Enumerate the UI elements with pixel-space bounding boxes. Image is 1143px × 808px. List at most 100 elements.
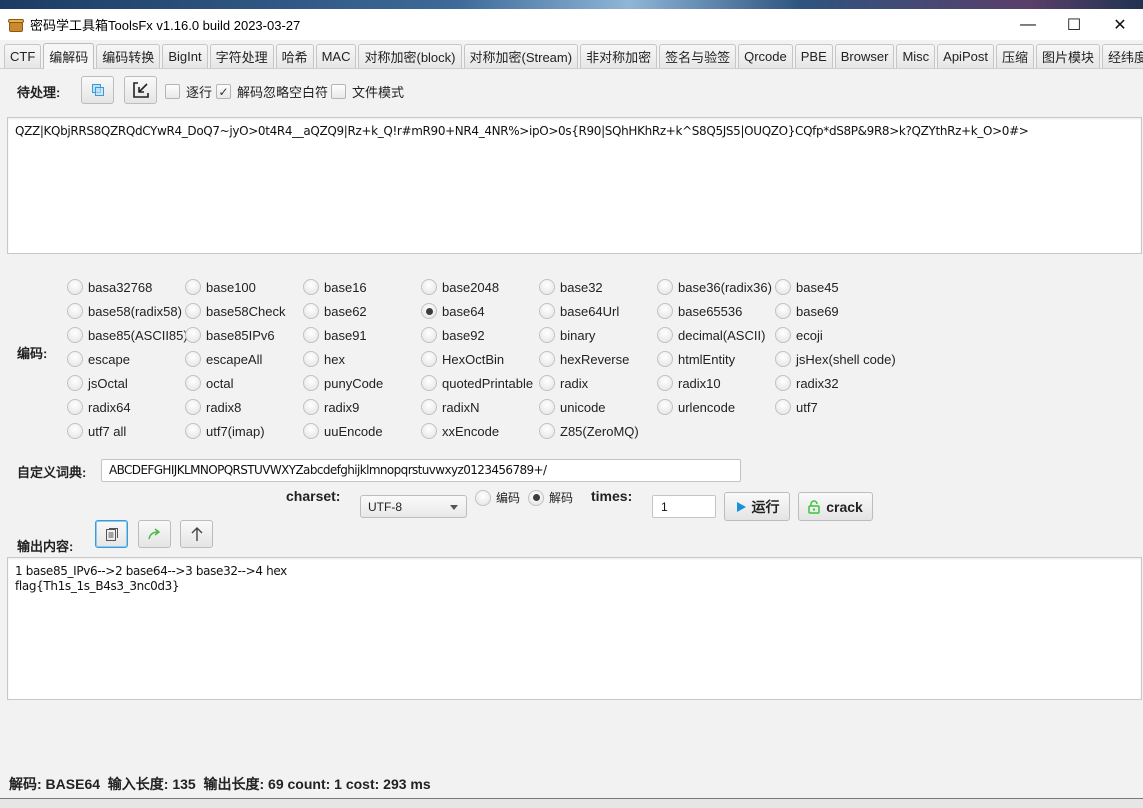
radio-indicator — [657, 351, 673, 367]
tab-13[interactable]: Browser — [834, 44, 895, 68]
encoding-radio[interactable]: uuEncode — [303, 423, 383, 439]
encoding-radio[interactable]: octal — [185, 375, 233, 391]
encoding-radio[interactable]: HexOctBin — [421, 351, 504, 367]
encoding-radio[interactable]: hex — [303, 351, 345, 367]
tab-16[interactable]: 压缩 — [995, 44, 1034, 68]
encoding-radio[interactable]: escapeAll — [185, 351, 262, 367]
tab-14[interactable]: Misc — [896, 44, 936, 68]
tab-0[interactable]: CTF — [4, 44, 42, 68]
encoding-radio[interactable]: base69 — [775, 303, 839, 319]
encoding-radio[interactable]: base62 — [303, 303, 367, 319]
encoding-radio[interactable]: unicode — [539, 399, 606, 415]
tab-4[interactable]: 字符处理 — [209, 44, 274, 68]
encoding-label: 编码: — [17, 346, 48, 361]
tab-15[interactable]: ApiPost — [937, 44, 994, 68]
encoding-radio[interactable]: base58Check — [185, 303, 286, 319]
encoding-radio[interactable]: radix — [539, 375, 588, 391]
encoding-radio[interactable]: punyCode — [303, 375, 383, 391]
radio-indicator — [421, 375, 437, 391]
encoding-radio[interactable]: radix32 — [775, 375, 839, 391]
encoding-radio[interactable]: quotedPrintable — [421, 375, 533, 391]
encoding-radio[interactable]: htmlEntity — [657, 351, 735, 367]
encoding-radio[interactable]: base64Url — [539, 303, 619, 319]
crack-button[interactable]: crack — [798, 492, 873, 521]
status-bar: 解码: BASE64 输入长度: 135 输出长度: 69 count: 1 c… — [9, 776, 431, 792]
encoding-radio[interactable]: base32 — [539, 279, 603, 295]
encoding-radio[interactable]: base64 — [421, 303, 485, 319]
checkbox-2[interactable]: 文件模式 — [331, 82, 404, 101]
encoding-radio[interactable]: radix8 — [185, 399, 241, 415]
tab-18[interactable]: 经纬度相关 — [1102, 44, 1143, 68]
encoding-radio[interactable]: radix10 — [657, 375, 721, 391]
checkbox-box — [165, 84, 180, 99]
encoding-radio[interactable]: escape — [67, 351, 130, 367]
encoding-radio[interactable]: decimal(ASCII) — [657, 327, 765, 343]
maximize-button[interactable]: ☐ — [1051, 9, 1097, 40]
encoding-radio[interactable]: urlencode — [657, 399, 735, 415]
output-textarea[interactable]: 1 base85_IPv6-->2 base64-->3 base32-->4 … — [7, 557, 1142, 700]
tab-12[interactable]: PBE — [794, 44, 833, 68]
forward-output-button[interactable] — [138, 520, 171, 548]
encoding-radio[interactable]: jsHex(shell code) — [775, 351, 896, 367]
custom-dictionary-input[interactable]: ABCDEFGHIJKLMNOPQRSTUVWXYZabcdefghijklmn… — [101, 459, 741, 482]
checkbox-1[interactable]: ✓ 解码忽略空白符 — [216, 82, 328, 101]
input-textarea[interactable]: QZZ|KQbjRRS8QZRQdCYwR4_DoQ7~jyO>0t4R4__a… — [7, 117, 1142, 254]
tab-11[interactable]: Qrcode — [738, 44, 793, 68]
encoding-radio[interactable]: radix9 — [303, 399, 359, 415]
encoding-radio[interactable]: base100 — [185, 279, 256, 295]
mode-decode-radio[interactable]: 解码 — [528, 489, 573, 506]
encoding-radio[interactable]: base65536 — [657, 303, 742, 319]
import-file-button[interactable] — [124, 76, 157, 104]
close-button[interactable]: ✕ — [1097, 9, 1143, 40]
charset-select[interactable]: UTF-8 — [360, 495, 467, 518]
charset-label: charset: — [286, 488, 341, 504]
mode-encode-radio[interactable]: 编码 — [475, 489, 520, 506]
encoding-radio[interactable]: radix64 — [67, 399, 131, 415]
encoding-radio[interactable]: base16 — [303, 279, 367, 295]
run-button[interactable]: 运行 — [724, 492, 790, 521]
encoding-option-label: basa32768 — [88, 279, 153, 295]
encoding-radio[interactable]: utf7 all — [67, 423, 126, 439]
encoding-radio[interactable]: utf7(imap) — [185, 423, 265, 439]
encoding-option-label: xxEncode — [442, 423, 500, 439]
encoding-radio[interactable]: ecoji — [775, 327, 823, 343]
encoding-radio[interactable]: base85(ASCII85) — [67, 327, 188, 343]
tab-9[interactable]: 非对称加密 — [580, 44, 658, 68]
encoding-radio[interactable]: base92 — [421, 327, 485, 343]
encoding-option-label: urlencode — [678, 399, 736, 415]
encoding-radio[interactable]: radixN — [421, 399, 480, 415]
tab-7[interactable]: 对称加密(block) — [358, 44, 462, 68]
tab-17[interactable]: 图片模块 — [1035, 44, 1100, 68]
encoding-radio[interactable]: base36(radix36) — [657, 279, 772, 295]
encoding-radio[interactable]: basa32768 — [67, 279, 152, 295]
times-input[interactable]: 1 — [652, 495, 716, 518]
minimize-button[interactable]: — — [1005, 9, 1051, 40]
encoding-radio[interactable]: base91 — [303, 327, 367, 343]
encoding-radio[interactable]: xxEncode — [421, 423, 499, 439]
tab-2[interactable]: 编码转换 — [96, 44, 161, 68]
move-up-button[interactable] — [180, 520, 213, 548]
encoding-radio[interactable]: base58(radix58) — [67, 303, 182, 319]
encoding-radio[interactable]: jsOctal — [67, 375, 128, 391]
tab-3[interactable]: BigInt — [162, 44, 208, 68]
checkbox-0[interactable]: 逐行 — [165, 82, 212, 101]
encoding-radio[interactable]: base2048 — [421, 279, 499, 295]
encoding-radio[interactable]: Z85(ZeroMQ) — [539, 423, 639, 439]
radio-indicator — [421, 423, 437, 439]
tab-6[interactable]: MAC — [315, 44, 357, 68]
tab-10[interactable]: 签名与验签 — [659, 44, 737, 68]
encoding-option-label: radixN — [442, 399, 480, 415]
tab-1[interactable]: 编解码 — [43, 43, 95, 69]
output-label: 输出内容: — [17, 539, 74, 554]
encoding-radio[interactable]: base45 — [775, 279, 839, 295]
radio-indicator — [421, 399, 437, 415]
copy-output-button[interactable] — [95, 520, 128, 548]
encoding-radio[interactable]: utf7 — [775, 399, 818, 415]
radio-indicator — [421, 327, 437, 343]
encoding-radio[interactable]: hexReverse — [539, 351, 629, 367]
copy-input-button[interactable] — [81, 76, 114, 104]
tab-5[interactable]: 哈希 — [275, 44, 314, 68]
encoding-radio[interactable]: binary — [539, 327, 595, 343]
tab-8[interactable]: 对称加密(Stream) — [463, 44, 579, 68]
encoding-radio[interactable]: base85IPv6 — [185, 327, 275, 343]
